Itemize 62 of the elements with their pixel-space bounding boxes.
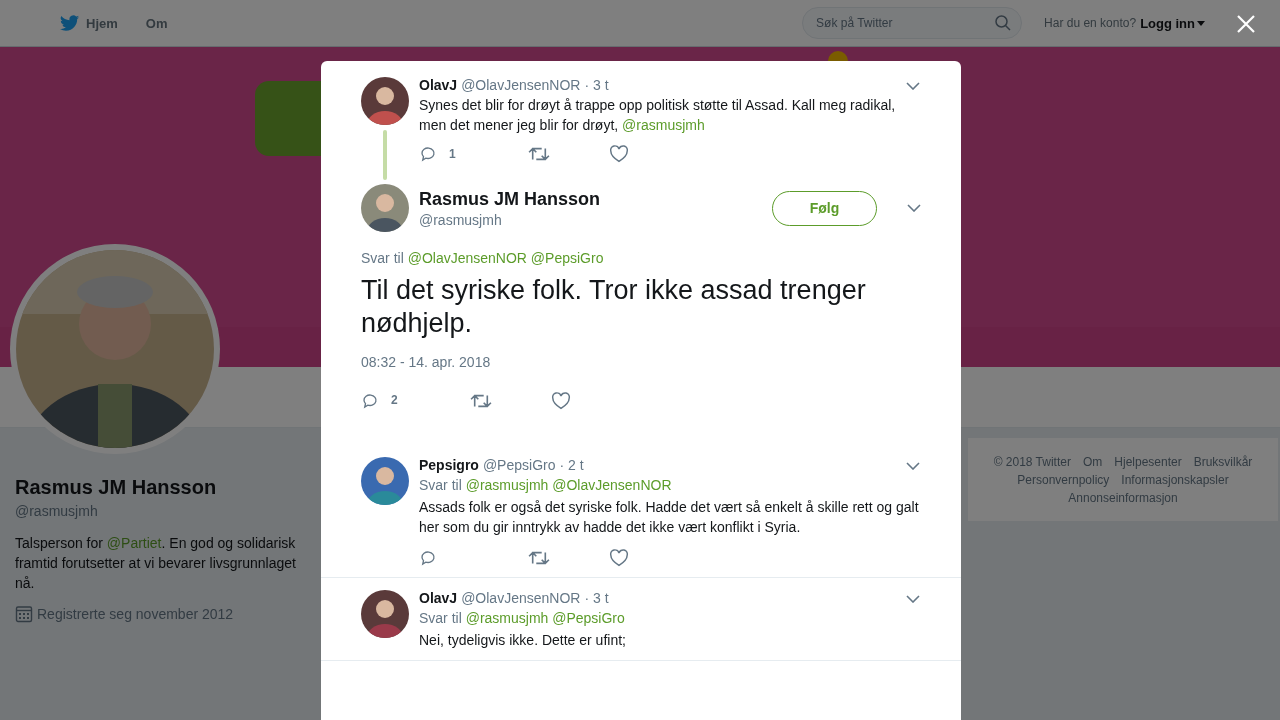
avatar[interactable] <box>361 457 409 505</box>
tweet-time[interactable]: · 2 t <box>559 457 584 473</box>
tweet-time[interactable]: · 3 t <box>584 590 609 606</box>
join-date: Registrerte seg november 2012 <box>37 606 234 622</box>
follow-button[interactable]: Følg <box>772 190 877 226</box>
tweet-text: Nei, tydeligvis ikke. Dette er ufint; <box>419 631 627 650</box>
mention-link[interactable]: @OlavJensenNOR <box>552 477 672 493</box>
chevron-icon[interactable] <box>906 82 920 90</box>
footer-link[interactable]: Annonseinformasjon <box>1068 490 1178 506</box>
search-field[interactable]: Søk på Twitter <box>802 7 1023 39</box>
tweet-time[interactable]: · 3 t <box>584 77 609 93</box>
account-prompt: Har du en konto? <box>1044 15 1137 31</box>
mention-link[interactable]: @rasmusjmh <box>465 477 549 493</box>
reply-icon[interactable] <box>419 549 437 567</box>
reply-count: 1 <box>449 147 456 161</box>
user-name[interactable]: OlavJ <box>419 77 458 93</box>
reply-icon[interactable] <box>419 145 437 163</box>
footer-link[interactable]: Om <box>1082 454 1103 470</box>
chevron-icon[interactable] <box>906 462 920 470</box>
chevron-icon[interactable] <box>906 595 920 603</box>
nav-link[interactable]: Hjem <box>60 14 118 32</box>
mention-link[interactable]: @PepsiGro <box>530 250 604 266</box>
copyright: © 2018 Twitter <box>993 454 1071 470</box>
profile-name: Rasmus JM Hansson <box>15 476 218 499</box>
mention-link[interactable]: @Partiet <box>106 535 162 551</box>
user-handle[interactable]: @PepsiGro <box>482 457 556 473</box>
reply-to-line: Svar til @OlavJensenNOR @PepsiGro <box>361 250 605 266</box>
tweet-text: Assads folk er også det syriske folk. Hadde det vært så enkelt å skille rett og galt her som du gir inntrykk av hadde det ikke vært konflikt i Syria. <box>419 498 920 537</box>
avatar[interactable] <box>361 77 409 125</box>
reply-to-line: Svar til @rasmusjmh @OlavJensenNOR <box>419 477 673 493</box>
nav-link[interactable]: Om <box>145 14 168 32</box>
mention-link[interactable]: @OlavJensenNOR <box>407 250 527 266</box>
chevron-icon[interactable] <box>907 204 921 212</box>
footer-link[interactable]: Personvernpolicy <box>1017 472 1110 488</box>
footer-link[interactable]: Hjelpesenter <box>1114 454 1182 470</box>
bird-icon <box>60 14 80 32</box>
avatar[interactable] <box>361 184 409 232</box>
reply-icon[interactable] <box>361 391 379 410</box>
profile-bio: Talsperson for @Partiet. En god og solidarisk framtid forutsetter at vi bevarer livsgrunnlaget nå. <box>15 534 297 593</box>
mention-link[interactable]: @PepsiGro <box>552 610 625 626</box>
tweet-text: Til det syriske folk. Tror ikke assad trenger nødhjelp. <box>361 274 867 340</box>
tweet-timestamp[interactable]: 08:32 - 14. apr. 2018 <box>361 354 921 370</box>
footer-link[interactable]: Informasjonskapsler <box>1121 472 1229 488</box>
user-handle[interactable]: @OlavJensenNOR <box>461 77 581 93</box>
close-icon[interactable] <box>1236 14 1256 34</box>
reply-to-line: Svar til @rasmusjmh @PepsiGro <box>419 610 626 626</box>
user-handle[interactable]: @OlavJensenNOR <box>461 590 581 606</box>
profile-handle: @rasmusjmh <box>15 503 99 519</box>
avatar[interactable] <box>361 590 409 638</box>
user-handle[interactable]: @rasmusjmh <box>419 211 762 228</box>
user-name[interactable]: OlavJ <box>419 590 458 606</box>
calendar-icon <box>15 605 33 623</box>
user-name[interactable]: Rasmus JM Hansson <box>419 188 762 210</box>
caret-icon <box>1197 20 1205 26</box>
mention-link[interactable]: @rasmusjmh <box>465 610 549 626</box>
user-name[interactable]: Pepsigro <box>419 457 479 473</box>
search-icon[interactable] <box>995 15 1012 31</box>
tweet-text: Synes det blir for drøyt å trappe opp politisk støtte til Assad. Kall meg radikal, men det mener jeg blir for drøyt, @rasmusjmh <box>419 96 897 135</box>
login-link[interactable]: Logg inn <box>1140 15 1205 31</box>
mention-link[interactable]: @rasmusjmh <box>622 117 705 133</box>
footer-link[interactable]: Bruksvilkår <box>1193 454 1253 470</box>
reply-count: 2 <box>391 392 398 409</box>
